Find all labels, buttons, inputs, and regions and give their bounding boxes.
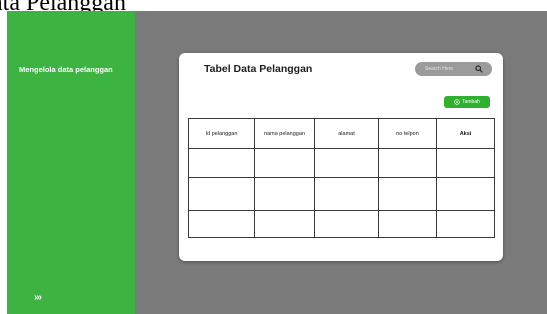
table-cell: [254, 177, 315, 211]
card-title: Tabel Data Pelanggan: [204, 63, 313, 75]
add-button-label: Tambah: [462, 99, 480, 105]
sidebar-title: Mengelola data pelanggan: [19, 65, 113, 74]
table-cell: [314, 177, 379, 211]
sidebar: Mengelola data pelanggan ›››: [7, 11, 135, 314]
table-cell: [188, 177, 255, 211]
table-header-row: Id pelanggan nama pelanggan alamat no te…: [188, 118, 495, 149]
column-header-address: alamat: [314, 118, 379, 149]
plus-circle-icon: [454, 99, 460, 105]
column-header-actions: Aksi: [436, 118, 495, 149]
customer-table: Id pelanggan nama pelanggan alamat no te…: [188, 118, 495, 238]
table-cell: [378, 148, 437, 178]
column-header-id: Id pelanggan: [188, 118, 255, 149]
customer-table-card: Tabel Data Pelanggan Tambah Id pelanggan…: [179, 53, 503, 261]
table-row: [188, 177, 495, 211]
table-cell: [188, 210, 255, 238]
table-cell: [378, 177, 437, 211]
table-row: [188, 210, 495, 238]
table-cell: [254, 210, 315, 238]
table-cell: [188, 148, 255, 178]
table-cell: [378, 210, 437, 238]
sidebar-expand-button[interactable]: ›››: [34, 292, 42, 303]
table-cell: [254, 148, 315, 178]
table-cell: [314, 148, 379, 178]
column-header-phone: no telpon: [378, 118, 437, 149]
column-header-name: nama pelanggan: [254, 118, 315, 149]
table-cell: [436, 148, 495, 178]
table-cell: [314, 210, 379, 238]
add-button[interactable]: Tambah: [444, 96, 490, 108]
search-input[interactable]: [415, 62, 492, 76]
table-cell: [436, 177, 495, 211]
table-row: [188, 148, 495, 178]
table-cell: [436, 210, 495, 238]
